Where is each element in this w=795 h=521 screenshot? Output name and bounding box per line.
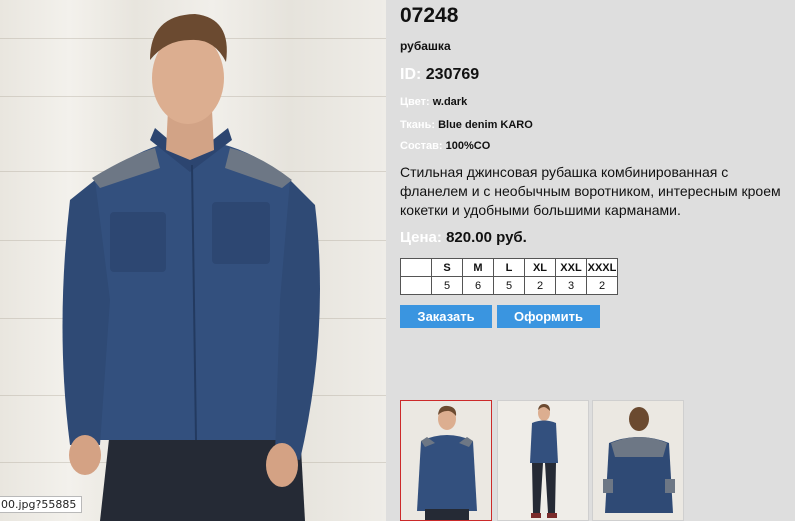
price-label: Цена: bbox=[400, 229, 442, 246]
size-header-cell: XXXL bbox=[586, 258, 618, 277]
thumbnail-back-image bbox=[593, 401, 683, 520]
order-button[interactable]: Заказать bbox=[400, 305, 492, 328]
size-header-cell: XXL bbox=[555, 258, 587, 277]
color-label: Цвет: bbox=[400, 96, 430, 108]
model-illustration bbox=[62, 14, 320, 521]
size-count-cell: 2 bbox=[524, 276, 556, 295]
size-header-cell: S bbox=[431, 258, 463, 277]
size-header-cell: L bbox=[493, 258, 525, 277]
product-price: Цена: 820.00 руб. bbox=[400, 229, 527, 246]
size-count-cell: 2 bbox=[586, 276, 618, 295]
product-article: 07248 bbox=[400, 4, 459, 27]
fabric-value: Blue denim KARO bbox=[438, 119, 533, 131]
product-id: ID: 230769 bbox=[400, 66, 479, 84]
color-value: w.dark bbox=[432, 96, 468, 108]
size-header-row: S M L XL XXL XXXL bbox=[400, 258, 618, 277]
thumbnail-full-body-image bbox=[498, 401, 588, 520]
size-count-cell bbox=[400, 276, 432, 295]
thumbnail-full-body[interactable] bbox=[497, 400, 589, 521]
product-description: Стильная джинсовая рубашка комбинированн… bbox=[400, 164, 781, 218]
size-count-cell: 5 bbox=[493, 276, 525, 295]
product-type: рубашка bbox=[400, 39, 451, 53]
size-count-cell: 3 bbox=[555, 276, 587, 295]
thumbnail-front[interactable] bbox=[400, 400, 492, 521]
status-bar-url: 00.jpg?55885 bbox=[0, 496, 83, 513]
size-header-cell: XL bbox=[524, 258, 556, 277]
price-value: 820.00 руб. bbox=[446, 229, 527, 246]
size-count-row: 5 6 5 2 3 2 bbox=[400, 276, 618, 295]
color-property: Цвет: w.dark bbox=[400, 96, 467, 108]
fabric-property: Ткань: Blue denim KARO bbox=[400, 119, 533, 131]
main-product-image[interactable] bbox=[0, 0, 386, 521]
fabric-label: Ткань: bbox=[400, 119, 435, 131]
size-count-cell: 6 bbox=[462, 276, 494, 295]
size-table: S M L XL XXL XXXL 5 6 5 2 3 2 bbox=[400, 258, 618, 295]
id-value: 230769 bbox=[425, 66, 480, 83]
size-header-cell bbox=[400, 258, 432, 277]
composition-value: 100%CO bbox=[445, 140, 491, 152]
thumbnail-front-image bbox=[401, 401, 491, 520]
composition-property: Состав: 100%CO bbox=[400, 140, 490, 152]
size-header-cell: M bbox=[462, 258, 494, 277]
composition-label: Состав: bbox=[400, 140, 443, 152]
checkout-button[interactable]: Оформить bbox=[497, 305, 600, 328]
thumbnail-back[interactable] bbox=[592, 400, 684, 521]
size-count-cell: 5 bbox=[431, 276, 463, 295]
id-label: ID: bbox=[400, 66, 422, 83]
